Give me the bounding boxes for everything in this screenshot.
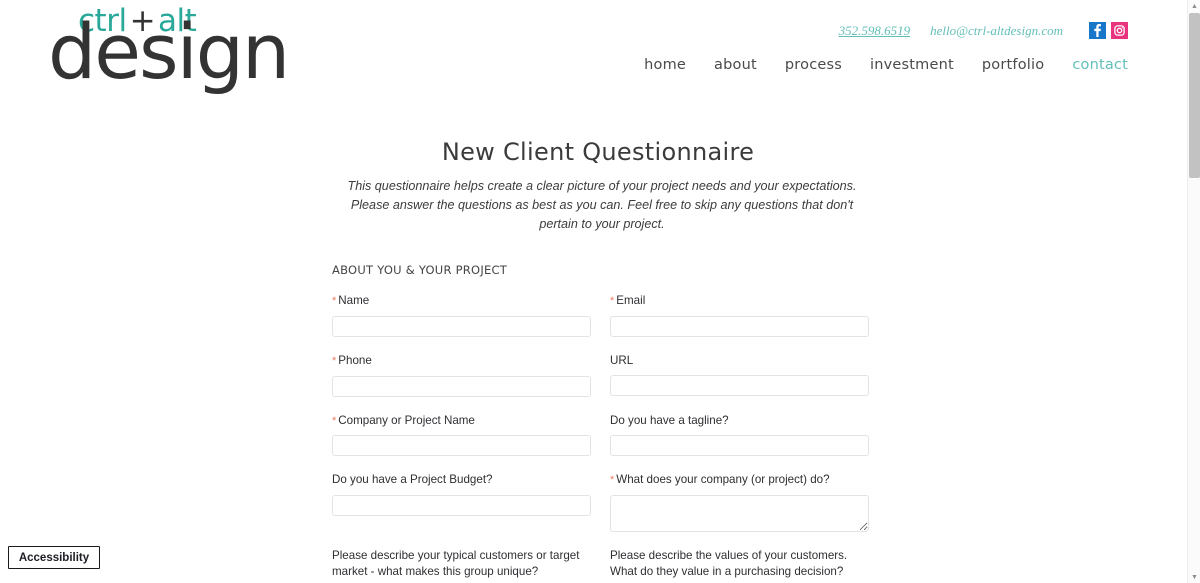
site-logo[interactable]: ctrl+alt design	[48, 2, 298, 98]
phone-input[interactable]	[332, 375, 591, 397]
what-do-textarea[interactable]	[610, 494, 869, 532]
site-header: ctrl+alt design 352.598.6519 hello@ctrl-…	[0, 0, 1188, 112]
field-label-what-do: * What does your company (or project) do?	[610, 472, 869, 489]
field-label-company-text: Company or Project Name	[338, 413, 475, 427]
field-budget: Do you have a Project Budget?	[332, 472, 591, 532]
form-container: New Client Questionnaire This questionna…	[324, 138, 869, 583]
field-label-email: * Email	[610, 293, 869, 310]
field-label-values-text: Please describe the values of your custo…	[610, 548, 863, 583]
phone-link[interactable]: 352.598.6519	[839, 23, 911, 39]
required-marker: *	[610, 295, 615, 308]
nav-item-investment[interactable]: investment	[870, 57, 954, 73]
field-label-tagline: Do you have a tagline?	[610, 413, 869, 429]
field-phone: * Phone	[332, 353, 591, 397]
email-link[interactable]: hello@ctrl-altdesign.com	[930, 23, 1063, 39]
nav-item-home[interactable]: home	[644, 57, 686, 73]
social-links	[1089, 22, 1128, 39]
budget-input[interactable]	[332, 494, 591, 516]
name-input[interactable]	[332, 316, 591, 338]
field-url: URL	[610, 353, 869, 397]
scrollbar-thumb[interactable]	[1189, 13, 1200, 178]
page-root: ctrl+alt design 352.598.6519 hello@ctrl-…	[0, 0, 1200, 583]
accessibility-button[interactable]: Accessibility	[8, 546, 100, 569]
field-label-url: URL	[610, 353, 869, 369]
required-marker: *	[332, 414, 337, 427]
field-label-phone: * Phone	[332, 353, 591, 370]
field-tagline: Do you have a tagline?	[610, 413, 869, 457]
email-input[interactable]	[610, 316, 869, 338]
field-name: * Name	[332, 293, 591, 338]
instagram-icon[interactable]	[1111, 22, 1128, 39]
form-field-grid: * Name * Email * Phone URL * Company or …	[332, 293, 869, 583]
company-input[interactable]	[332, 435, 591, 457]
field-what-do: * What does your company (or project) do?	[610, 472, 869, 532]
vertical-scrollbar[interactable]: ▲ ▼	[1187, 0, 1200, 583]
field-customers: Please describe your typical customers o…	[332, 548, 591, 583]
nav-item-about[interactable]: about	[714, 57, 757, 73]
field-email: * Email	[610, 293, 869, 338]
field-label-customers: Please describe your typical customers o…	[332, 548, 591, 581]
tagline-input[interactable]	[610, 435, 869, 457]
field-label-tagline-text: Do you have a tagline?	[610, 413, 729, 427]
field-label-email-text: Email	[616, 294, 646, 308]
header-contact-bar: 352.598.6519 hello@ctrl-altdesign.com	[839, 22, 1128, 39]
main-navigation: home about process investment portfolio …	[644, 57, 1128, 73]
required-marker: *	[332, 355, 337, 368]
logo-design-text: design	[48, 7, 290, 96]
field-label-url-text: URL	[610, 354, 634, 368]
page-description: This questionnaire helps create a clear …	[347, 179, 857, 232]
field-label-what-do-text: What does your company (or project) do?	[616, 473, 830, 487]
field-label-budget: Do you have a Project Budget?	[332, 472, 591, 488]
nav-item-contact[interactable]: contact	[1072, 57, 1128, 73]
field-values: Please describe the values of your custo…	[610, 548, 869, 583]
nav-item-process[interactable]: process	[785, 57, 842, 73]
field-label-phone-text: Phone	[338, 354, 372, 368]
field-label-company: * Company or Project Name	[332, 413, 591, 430]
section-heading-about: ABOUT YOU & YOUR PROJECT	[332, 263, 508, 278]
field-company: * Company or Project Name	[332, 413, 591, 457]
field-label-name-text: Name	[338, 294, 370, 308]
questionnaire-page: New Client Questionnaire This questionna…	[0, 112, 1188, 583]
field-label-values: Please describe the values of your custo…	[610, 548, 869, 583]
required-marker: *	[610, 474, 615, 487]
page-title: New Client Questionnaire	[441, 138, 755, 166]
required-marker: *	[332, 295, 337, 308]
nav-item-portfolio[interactable]: portfolio	[982, 57, 1044, 73]
field-label-budget-text: Do you have a Project Budget?	[332, 473, 493, 487]
url-input[interactable]	[610, 375, 869, 397]
facebook-icon[interactable]	[1089, 22, 1106, 39]
scroll-up-arrow-icon[interactable]: ▲	[1188, 0, 1200, 12]
scroll-down-arrow-icon[interactable]: ▼	[1188, 571, 1200, 583]
field-label-name: * Name	[332, 293, 591, 310]
field-label-customers-text: Please describe your typical customers o…	[332, 548, 580, 579]
